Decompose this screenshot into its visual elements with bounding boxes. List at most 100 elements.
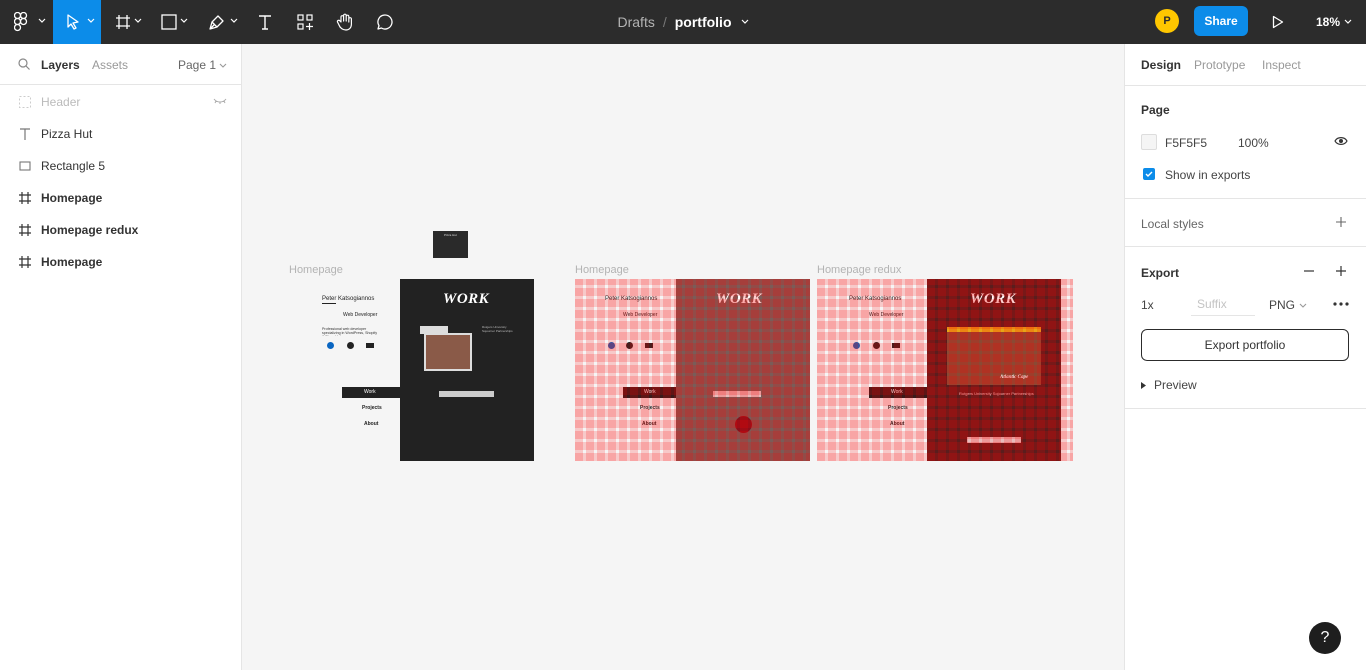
- linkedin-icon: [327, 342, 334, 349]
- site-blurb: Professional web developer specializing …: [322, 327, 378, 336]
- export-format-select[interactable]: PNG: [1269, 298, 1307, 312]
- file-name[interactable]: portfolio: [675, 14, 732, 30]
- tab-prototype[interactable]: Prototype: [1194, 58, 1245, 72]
- layers-panel: Layers Assets Page 1 Header Pizza Hut Re…: [0, 44, 242, 670]
- layers-panel-tabs: Layers Assets Page 1: [0, 44, 241, 85]
- homepage-grid-frame[interactable]: Peter Katsogiannos Web Developer Work Pr…: [575, 279, 810, 461]
- local-styles-title: Local styles: [1141, 217, 1204, 231]
- nav-about: About: [364, 421, 379, 427]
- add-style-icon[interactable]: [1335, 216, 1347, 228]
- comment-icon: [377, 14, 393, 30]
- frame-label-homepage[interactable]: Homepage: [289, 264, 343, 276]
- share-button[interactable]: Share: [1194, 6, 1248, 36]
- text-tool-button[interactable]: [250, 0, 280, 44]
- preview-label: Preview: [1154, 378, 1197, 392]
- layer-rectangle-5[interactable]: Rectangle 5: [0, 150, 241, 182]
- move-tool-button[interactable]: [53, 0, 101, 44]
- cursor-icon: [67, 14, 79, 30]
- resources-tool-button[interactable]: [290, 0, 320, 44]
- more-options-icon[interactable]: [1333, 302, 1349, 306]
- export-format-label: PNG: [1269, 298, 1296, 312]
- breadcrumb-drafts[interactable]: Drafts: [618, 14, 655, 30]
- triangle-right-icon: [1141, 381, 1146, 389]
- play-icon: [1272, 15, 1284, 29]
- pizza-hut-rectangle[interactable]: Pizza Hut: [433, 231, 468, 258]
- layer-homepage-redux[interactable]: Homepage redux: [0, 214, 241, 246]
- components-icon: [297, 14, 313, 30]
- help-button[interactable]: ?: [1309, 622, 1341, 654]
- avatar[interactable]: P: [1155, 9, 1179, 33]
- layout-grid-overlay: [817, 279, 1073, 461]
- shape-tool-button[interactable]: [154, 0, 194, 44]
- frame-icon: [19, 256, 31, 268]
- frame-tool-button[interactable]: [108, 0, 148, 44]
- layer-header[interactable]: Header: [0, 86, 241, 118]
- text-icon: [259, 15, 271, 30]
- tab-layers[interactable]: Layers: [41, 58, 80, 72]
- eye-closed-icon[interactable]: [213, 97, 227, 105]
- main-menu-button[interactable]: [0, 0, 52, 44]
- show-in-exports-checkbox[interactable]: [1143, 168, 1155, 180]
- chevron-down-icon: [1299, 303, 1307, 308]
- layer-homepage-2[interactable]: Homepage: [0, 246, 241, 278]
- nav-projects: Projects: [362, 405, 382, 411]
- frame-dashed-icon: [19, 96, 31, 108]
- hand-tool-button[interactable]: [330, 0, 360, 44]
- suffix-input[interactable]: [1191, 292, 1255, 316]
- chevron-down-icon: [230, 18, 238, 23]
- mail-icon: [366, 343, 374, 348]
- nav-work: Work: [364, 389, 376, 395]
- text-icon: [20, 128, 30, 140]
- chevron-down-icon: [38, 18, 46, 23]
- frame-icon: [19, 224, 31, 236]
- rectangle-icon: [161, 14, 177, 30]
- page-opacity[interactable]: 100%: [1238, 136, 1269, 150]
- frame-label-homepage-2[interactable]: Homepage: [575, 264, 629, 276]
- eye-icon[interactable]: [1334, 136, 1348, 146]
- frame-label-homepage-redux[interactable]: Homepage redux: [817, 264, 901, 276]
- page-color-swatch[interactable]: [1141, 134, 1157, 150]
- github-icon: [347, 342, 354, 349]
- export-scale[interactable]: 1x: [1141, 298, 1154, 312]
- zoom-control[interactable]: 18%: [1316, 0, 1352, 44]
- layout-grid-overlay: [575, 279, 810, 461]
- layer-label: Homepage: [41, 255, 103, 269]
- rectangle-icon: [19, 161, 31, 171]
- toolbar: Drafts / portfolio P Share 18%: [0, 0, 1366, 44]
- page-color-hex[interactable]: F5F5F5: [1165, 136, 1207, 150]
- name-underline: [322, 303, 336, 304]
- export-section-title: Export: [1141, 266, 1180, 280]
- local-styles-section: Local styles: [1125, 199, 1366, 247]
- layer-label: Homepage: [41, 191, 103, 205]
- add-export-icon[interactable]: [1335, 265, 1347, 277]
- present-button[interactable]: [1264, 0, 1292, 44]
- remove-export-icon[interactable]: [1303, 265, 1315, 277]
- chevron-down-icon: [1344, 19, 1352, 24]
- layer-pizza-hut[interactable]: Pizza Hut: [0, 118, 241, 150]
- pizza-hut-text: Pizza Hut: [444, 233, 457, 237]
- page-select-label: Page 1: [178, 58, 217, 72]
- pen-icon: [209, 15, 224, 30]
- frame-icon: [116, 15, 130, 29]
- export-button[interactable]: Export portfolio: [1141, 329, 1349, 361]
- layer-homepage[interactable]: Homepage: [0, 182, 241, 214]
- tab-design[interactable]: Design: [1141, 58, 1181, 72]
- project-image: [424, 333, 472, 371]
- pen-tool-button[interactable]: [200, 0, 244, 44]
- chevron-down-icon: [180, 18, 188, 23]
- page-section-title: Page: [1141, 103, 1170, 117]
- search-icon[interactable]: [18, 58, 30, 70]
- frame-icon: [19, 192, 31, 204]
- page-select[interactable]: Page 1: [178, 58, 227, 72]
- tab-assets[interactable]: Assets: [92, 58, 128, 72]
- homepage-redux-frame[interactable]: Peter Katsogiannos Web Developer Work Pr…: [817, 279, 1073, 461]
- chevron-down-icon[interactable]: [741, 19, 749, 25]
- canvas[interactable]: Pizza Hut Homepage Peter Katsogiannos We…: [242, 44, 1124, 670]
- properties-tabs: Design Prototype Inspect: [1125, 44, 1366, 86]
- site-role: Web Developer: [343, 312, 378, 318]
- comment-tool-button[interactable]: [370, 0, 400, 44]
- homepage-frame[interactable]: Peter Katsogiannos Web Developer Profess…: [289, 279, 534, 461]
- hand-icon: [336, 13, 352, 31]
- preview-toggle[interactable]: Preview: [1141, 378, 1197, 392]
- tab-inspect[interactable]: Inspect: [1262, 58, 1301, 72]
